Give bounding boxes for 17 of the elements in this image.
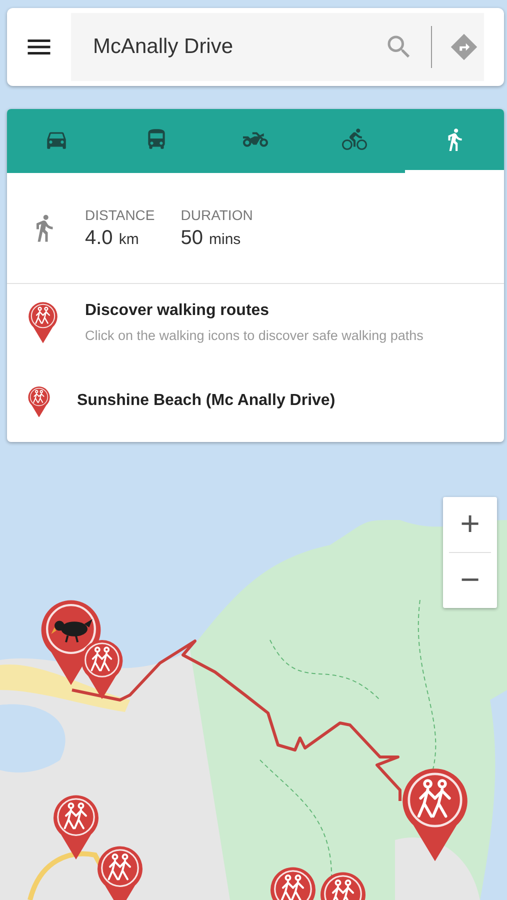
walking-marker[interactable] xyxy=(51,792,101,860)
place-title: Discover walking routes xyxy=(85,302,270,320)
place-subtitle: Click on the walking icons to discover safe walking paths xyxy=(85,328,424,342)
search-field[interactable]: McAnally Drive xyxy=(71,13,484,81)
stat-value: 4.0 km xyxy=(85,226,140,250)
pin-icon xyxy=(27,384,51,418)
stat-value: 50 mins xyxy=(180,226,242,250)
place-title: Sunshine Beach (Mc Anally Drive) xyxy=(77,392,336,410)
stat-label: DURATION xyxy=(180,206,253,222)
walking-marker[interactable] xyxy=(79,637,125,700)
search-input[interactable]: McAnally Drive xyxy=(71,34,379,60)
zoom-in-button[interactable]: + xyxy=(443,497,497,552)
bike-icon xyxy=(342,127,368,152)
stat-label: DISTANCE xyxy=(85,206,155,222)
pin-icon xyxy=(27,300,59,344)
walking-marker[interactable] xyxy=(95,843,145,900)
zoom-out-button[interactable]: − xyxy=(443,553,497,608)
